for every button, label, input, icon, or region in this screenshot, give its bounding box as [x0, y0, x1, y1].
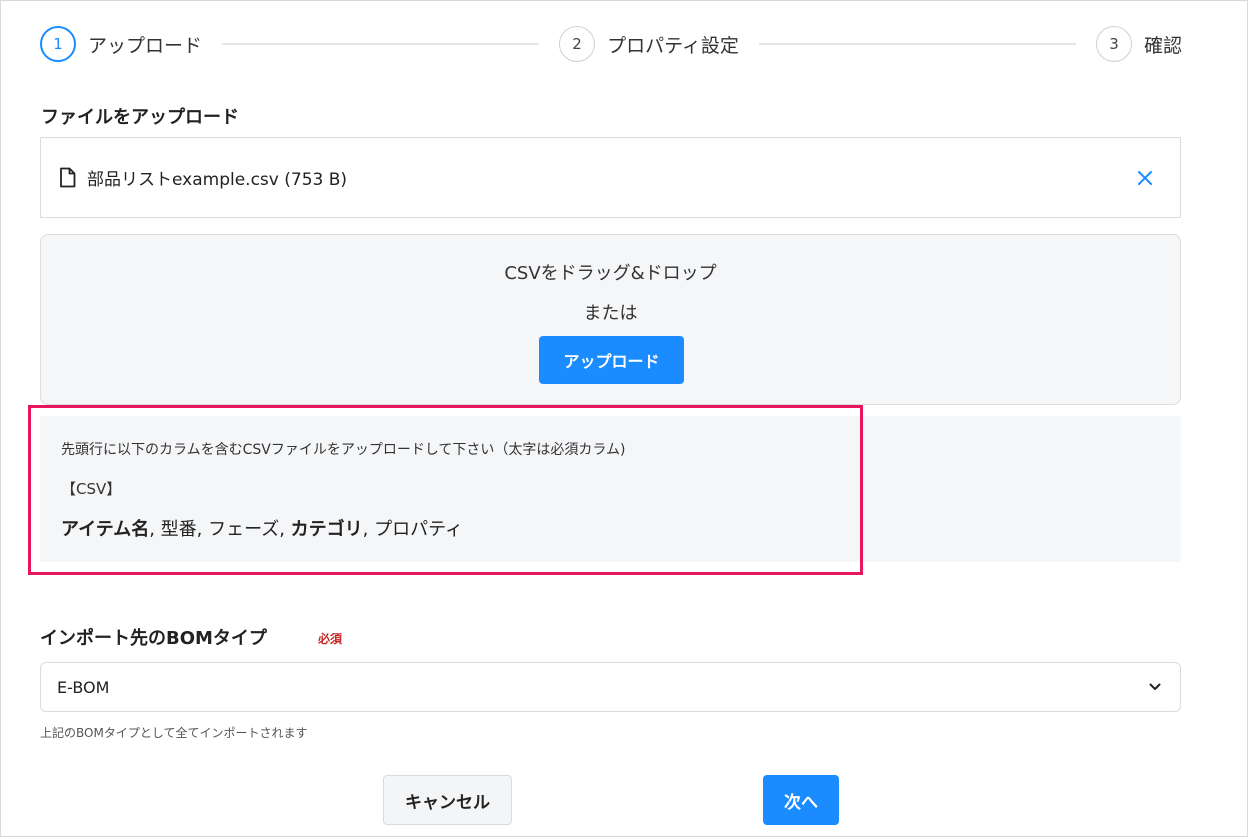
step-property-settings: 2 プロパティ設定 — [559, 26, 739, 62]
bom-type-label: インポート先のBOMタイプ — [40, 628, 267, 649]
file-icon — [59, 167, 77, 189]
step-label: 確認 — [1143, 34, 1182, 57]
step-upload: 1 アップロード — [40, 26, 202, 62]
file-name: 部品リストexample.csv (753 B) — [87, 170, 348, 190]
step-label: アップロード — [88, 34, 203, 57]
bom-type-value: E-BOM — [57, 677, 110, 697]
bom-type-hint: 上記のBOMタイプとして全てインポートされます — [40, 726, 308, 740]
step-number: 2 — [559, 26, 596, 62]
step-number: 3 — [1095, 26, 1132, 62]
dropzone-text: CSVをドラッグ&ドロップ — [504, 263, 717, 284]
uploaded-file-row: 部品リストexample.csv (753 B) — [40, 137, 1181, 218]
bom-type-select[interactable]: E-BOM — [40, 662, 1181, 712]
highlight-frame — [28, 405, 863, 575]
dropzone-or-text: または — [583, 303, 638, 324]
chevron-down-icon — [1148, 680, 1162, 694]
step-label: プロパティ設定 — [607, 34, 739, 57]
step-connector — [758, 43, 1076, 45]
required-badge: 必須 — [318, 632, 343, 646]
step-connector — [222, 43, 540, 45]
step-confirm: 3 確認 — [1095, 26, 1182, 62]
next-button[interactable]: 次へ — [763, 775, 839, 825]
stepper: 1 アップロード 2 プロパティ設定 3 確認 — [40, 25, 1182, 63]
csv-dropzone[interactable]: CSVをドラッグ&ドロップ または アップロード — [40, 234, 1181, 405]
upload-button[interactable]: アップロード — [539, 336, 684, 384]
section-title: ファイルをアップロード — [41, 107, 239, 128]
step-number: 1 — [40, 26, 76, 62]
cancel-button[interactable]: キャンセル — [383, 775, 512, 825]
close-icon[interactable] — [1136, 169, 1154, 187]
